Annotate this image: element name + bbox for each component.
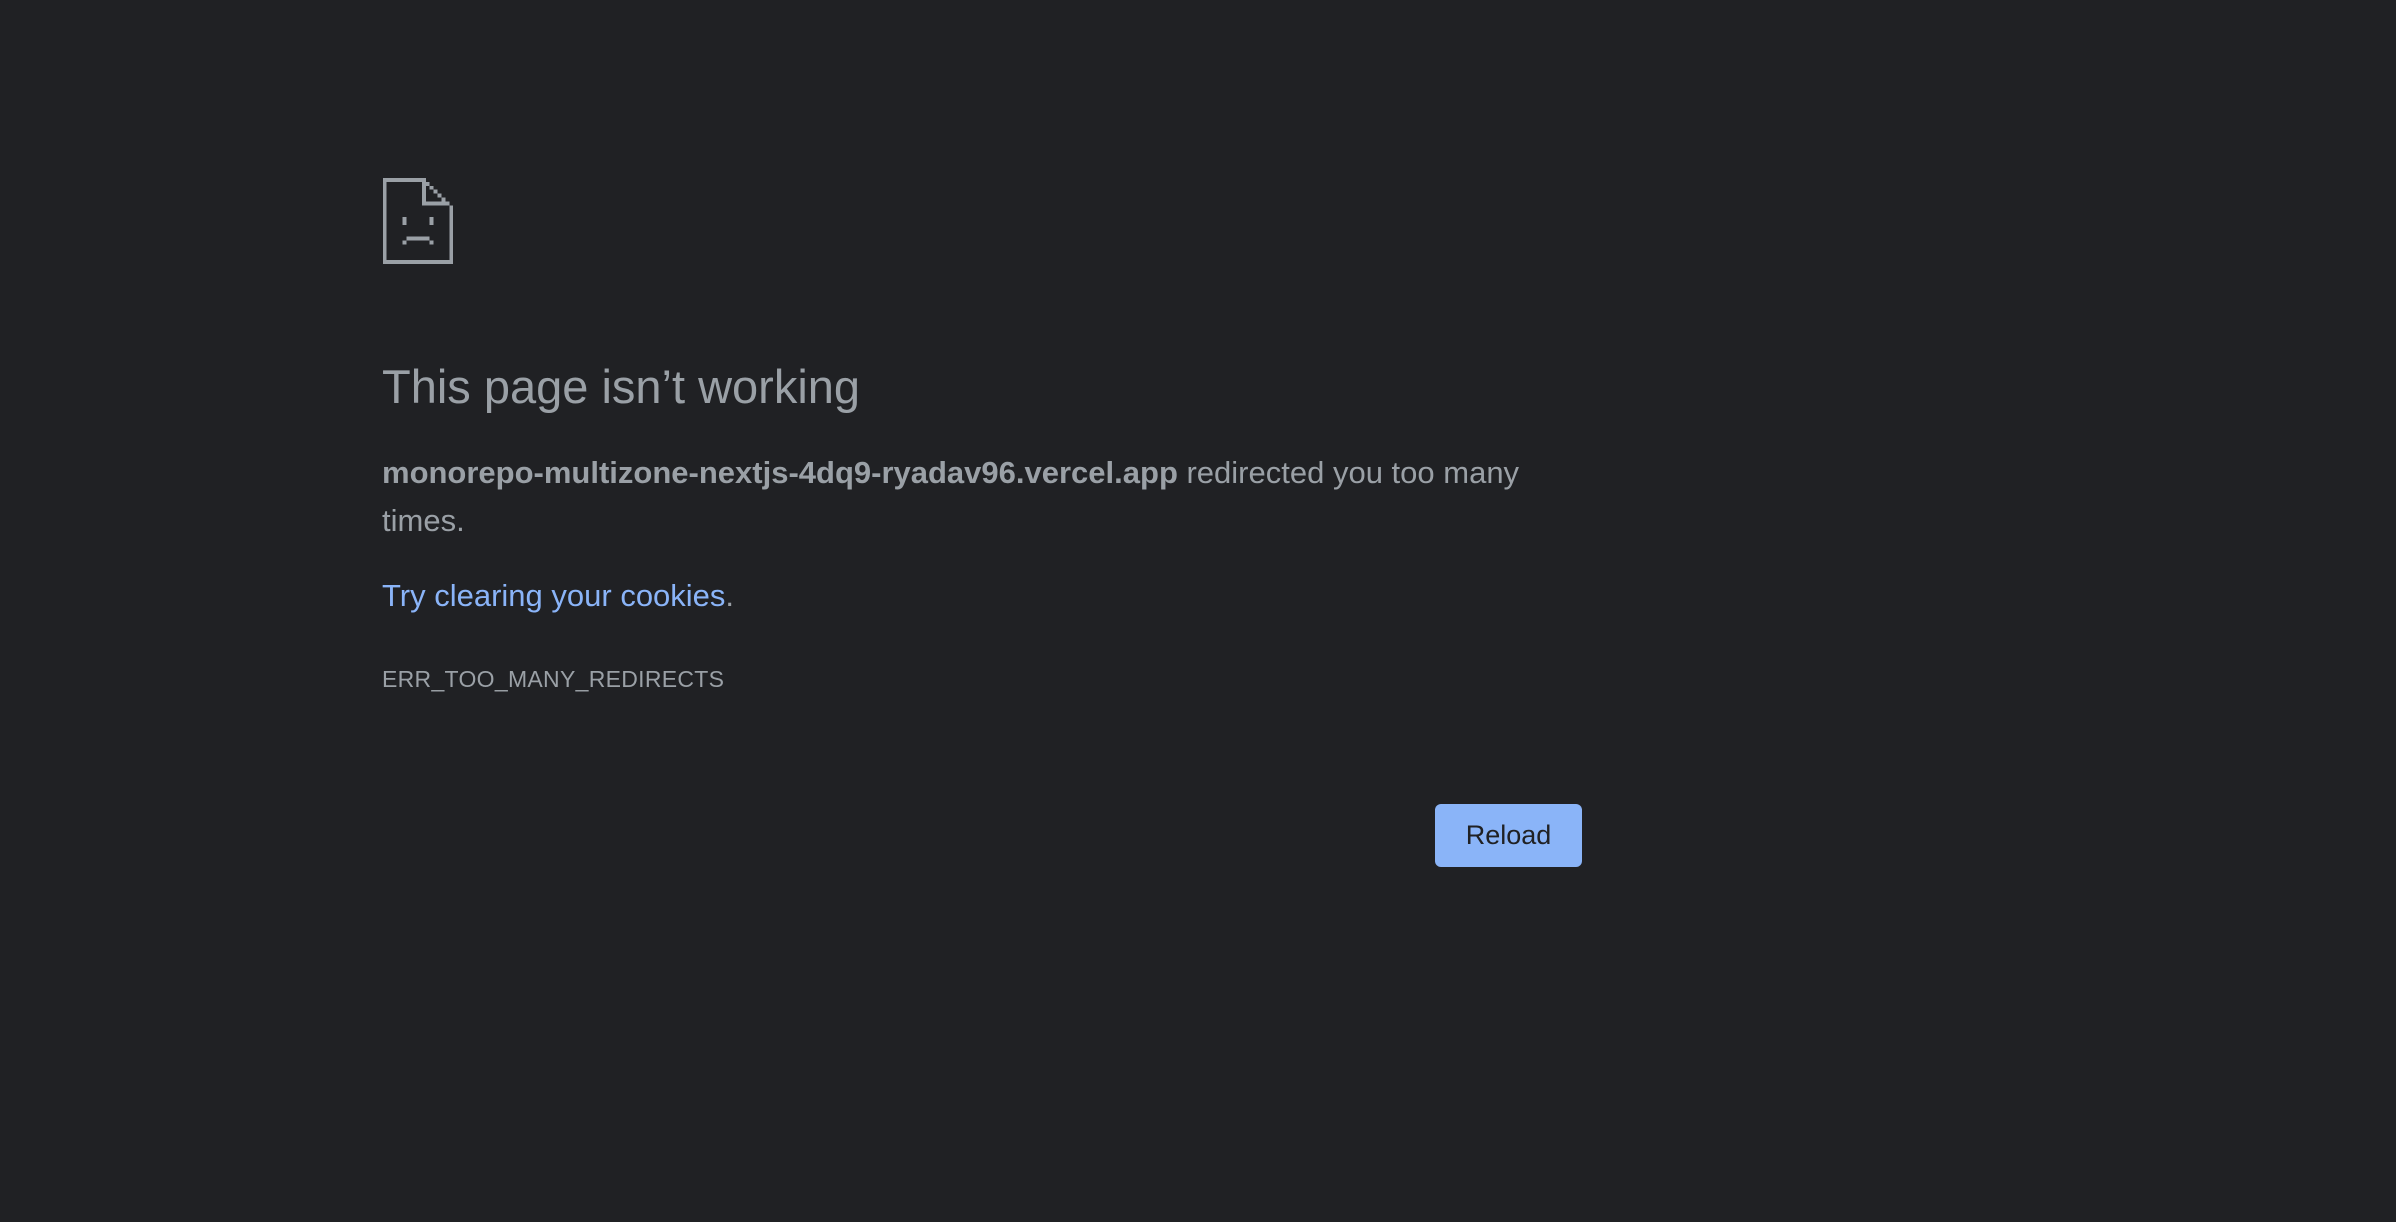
error-message: monorepo-multizone-nextjs-4dq9-ryadav96.… (382, 449, 1582, 545)
suggestion-suffix: . (725, 578, 735, 613)
suggestion: Try clearing your cookies. (382, 575, 734, 617)
sad-page-icon (382, 178, 454, 264)
error-code: ERR_TOO_MANY_REDIRECTS (382, 666, 725, 692)
error-host: monorepo-multizone-nextjs-4dq9-ryadav96.… (382, 455, 1178, 490)
reload-button[interactable]: Reload (1435, 804, 1582, 867)
clear-cookies-link[interactable]: Try clearing your cookies (382, 578, 725, 613)
error-container: This page isn’t working monorepo-multizo… (382, 178, 1582, 692)
page-title: This page isn’t working (382, 360, 861, 413)
